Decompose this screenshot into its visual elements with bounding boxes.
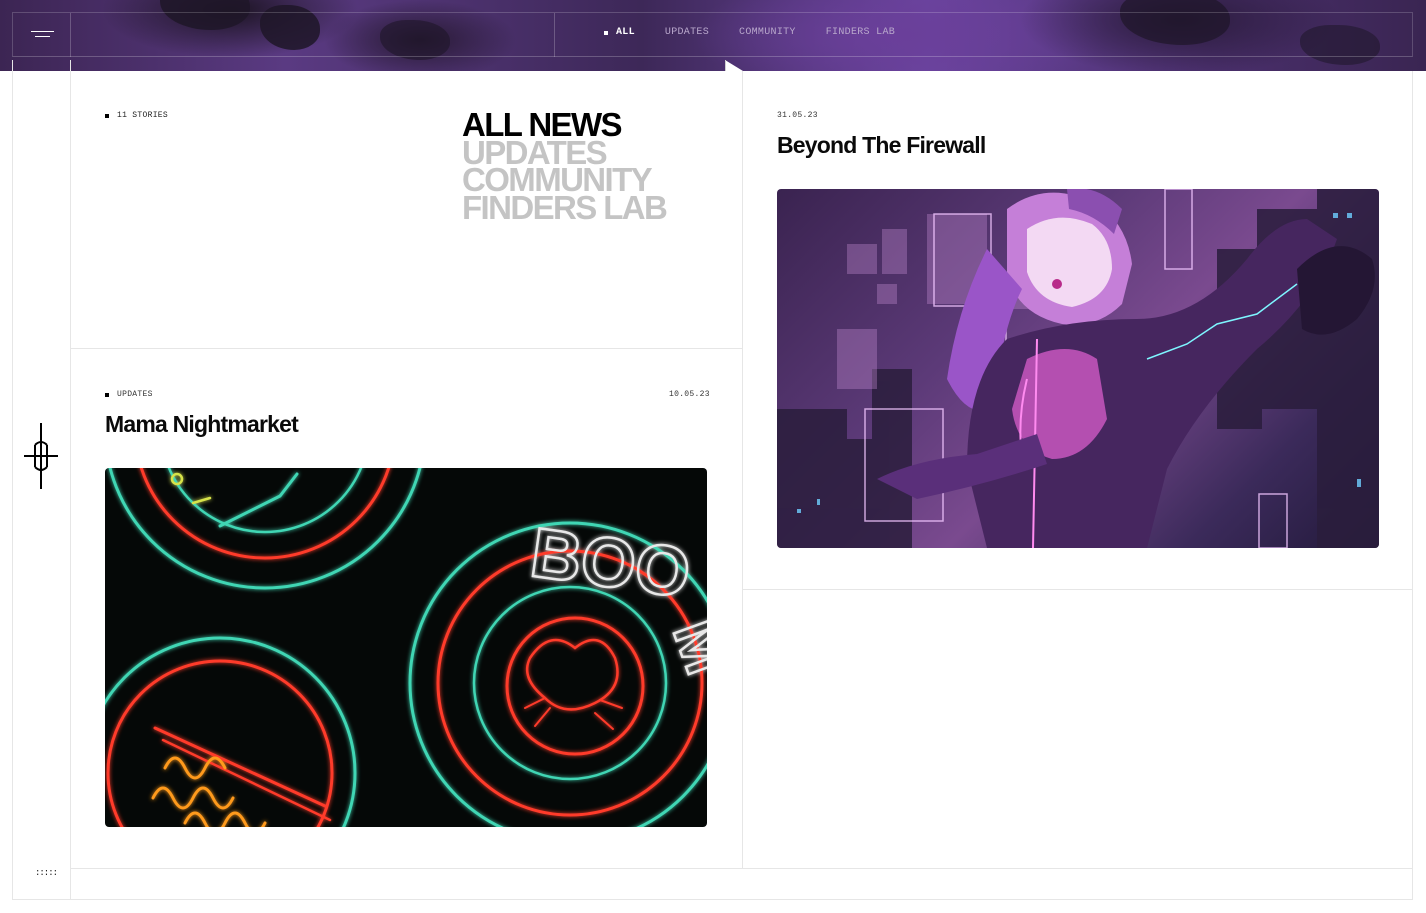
column-divider [742,71,743,868]
card-image-cyber-girl[interactable] [777,189,1379,548]
story-count: 11 STORIES [105,111,168,120]
row-divider [71,868,1412,869]
nav-item-finders-lab[interactable]: FINDERS LAB [826,27,895,38]
neon-sign-illustration: BOO M [105,468,707,827]
frame-border [12,899,1413,900]
row-divider [743,589,1412,590]
card-image-neon-signs[interactable]: BOO M [105,468,707,827]
bullet-icon [105,113,109,118]
card-category: UPDATES [105,390,153,399]
filter-finders-lab[interactable]: FINDERS LAB [462,191,668,223]
corner-notch [725,60,726,71]
card-date: 10.05.23 [669,390,710,399]
left-rail-divider [70,60,71,900]
frame-border [12,60,13,900]
rail-dots[interactable]: ::::: [35,868,58,878]
crosshair-scroll-icon[interactable] [24,423,58,489]
frame-border [1412,71,1413,900]
nav-divider [554,13,555,57]
cyber-girl-illustration [777,189,1379,548]
menu-icon [35,36,50,37]
menu-icon [31,31,54,32]
card-title[interactable]: Mama Nightmarket [105,411,299,438]
nav-item-label: ALL [616,27,635,38]
row-divider [71,348,742,349]
nav-item-updates[interactable]: UPDATES [665,27,709,38]
bullet-icon [105,392,109,397]
menu-button[interactable] [13,13,71,57]
nav-item-all[interactable]: ALL [604,27,635,38]
nav-item-community[interactable]: COMMUNITY [739,27,796,38]
card-date: 31.05.23 [777,111,818,120]
category-filter-list: ALL NEWS UPDATES COMMUNITY FINDERS LAB [462,108,668,223]
active-indicator-icon [604,30,608,35]
nav-item-label: UPDATES [664,27,710,38]
nav-item-label: FINDERS LAB [825,27,896,38]
card-category-label: UPDATES [117,390,153,399]
top-navigation-bar: ALL UPDATES COMMUNITY FINDERS LAB [12,12,1413,57]
nav-item-label: COMMUNITY [739,27,796,38]
card-title[interactable]: Beyond The Firewall [777,132,986,159]
category-nav: ALL UPDATES COMMUNITY FINDERS LAB [604,27,925,38]
svg-text:BOO: BOO [526,513,695,612]
story-count-label: 11 STORIES [117,111,169,120]
